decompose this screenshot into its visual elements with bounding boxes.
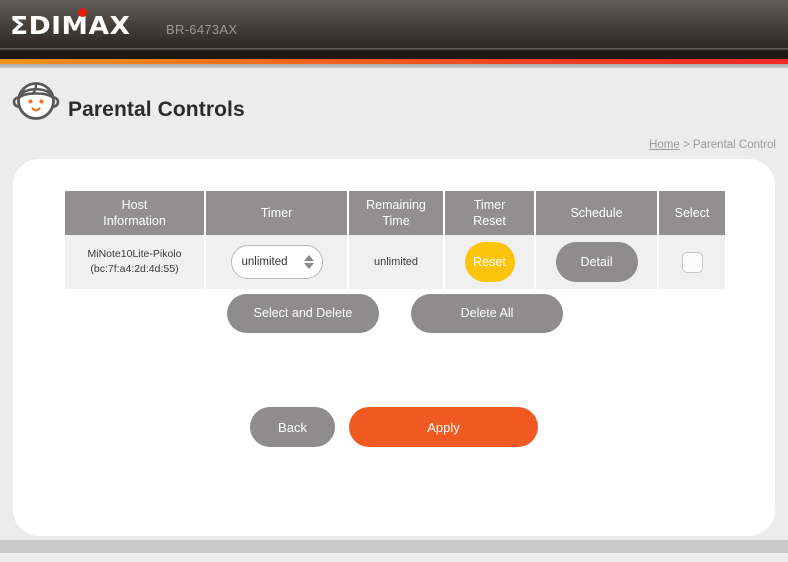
cell-select: [658, 235, 725, 289]
cell-schedule: Detail: [535, 235, 658, 289]
device-model: BR-6473AX: [166, 22, 237, 37]
column-header-line: Remaining: [351, 197, 441, 213]
form-footer-actions: Back Apply: [13, 407, 775, 447]
reset-button[interactable]: Reset: [465, 242, 515, 282]
column-header-timer-reset: Timer Reset: [444, 191, 535, 235]
host-mac-address: (bc:7f:a4:2d:4d:55): [67, 262, 202, 277]
footer-strip: [0, 540, 788, 553]
spinner-arrows[interactable]: [304, 255, 314, 269]
app-header: ΣDIMAX BR-6473AX: [0, 0, 788, 59]
timer-spinner[interactable]: unlimited: [231, 245, 323, 279]
timer-value: unlimited: [242, 256, 288, 268]
select-and-delete-button[interactable]: Select and Delete: [227, 294, 379, 333]
page-title: Parental Controls: [68, 80, 245, 122]
spinner-down-icon[interactable]: [304, 263, 314, 269]
spinner-up-icon[interactable]: [304, 255, 314, 261]
column-header-line: Reset: [447, 213, 532, 229]
breadcrumb-current: Parental Control: [693, 139, 776, 151]
cell-timer-reset: Reset: [444, 235, 535, 289]
header-dark-strip: [0, 51, 788, 59]
breadcrumb-separator: >: [683, 139, 690, 151]
column-header-line: Timer: [447, 197, 532, 213]
column-header-line: Host: [67, 197, 202, 213]
column-header-line: Timer: [208, 205, 345, 221]
column-header-line: Information: [67, 213, 202, 229]
cell-host-information: MiNote10Lite-Pikolo (bc:7f:a4:2d:4d:55): [65, 235, 205, 289]
logo-dot-icon: [78, 8, 87, 17]
column-header-line: Time: [351, 213, 441, 229]
column-header-select: Select: [658, 191, 725, 235]
delete-all-button[interactable]: Delete All: [411, 294, 563, 333]
remaining-time-value: unlimited: [374, 256, 418, 268]
table-header-row: Host Information Timer Remaining Time Ti…: [65, 191, 725, 235]
column-header-line: Schedule: [538, 205, 655, 221]
cell-timer: unlimited: [205, 235, 348, 289]
row-select-checkbox[interactable]: [682, 252, 703, 273]
column-header-line: Select: [661, 205, 723, 221]
brand-name: ΣDIMAX: [10, 13, 130, 38]
apply-button[interactable]: Apply: [349, 407, 538, 447]
table-actions: Select and Delete Delete All: [65, 294, 725, 333]
detail-button[interactable]: Detail: [556, 242, 638, 282]
page-header: Parental Controls Home > Parental Contro…: [0, 68, 788, 159]
host-name: MiNote10Lite-Pikolo: [67, 247, 202, 262]
edimax-logo: ΣDIMAX: [10, 12, 124, 38]
column-header-host-information: Host Information: [65, 191, 205, 235]
parental-controls-table: Host Information Timer Remaining Time Ti…: [65, 191, 725, 289]
page-title-row: Parental Controls: [12, 77, 245, 125]
header-highlight-line: [0, 48, 788, 50]
breadcrumb: Home > Parental Control: [649, 139, 776, 151]
breadcrumb-home-link[interactable]: Home: [649, 139, 680, 151]
content-area: Host Information Timer Remaining Time Ti…: [0, 159, 788, 562]
child-face-icon: [12, 77, 60, 125]
column-header-timer: Timer: [205, 191, 348, 235]
column-header-remaining-time: Remaining Time: [348, 191, 444, 235]
back-button[interactable]: Back: [250, 407, 335, 447]
content-panel: Host Information Timer Remaining Time Ti…: [13, 159, 775, 536]
table-row: MiNote10Lite-Pikolo (bc:7f:a4:2d:4d:55) …: [65, 235, 725, 289]
column-header-schedule: Schedule: [535, 191, 658, 235]
cell-remaining-time: unlimited: [348, 235, 444, 289]
